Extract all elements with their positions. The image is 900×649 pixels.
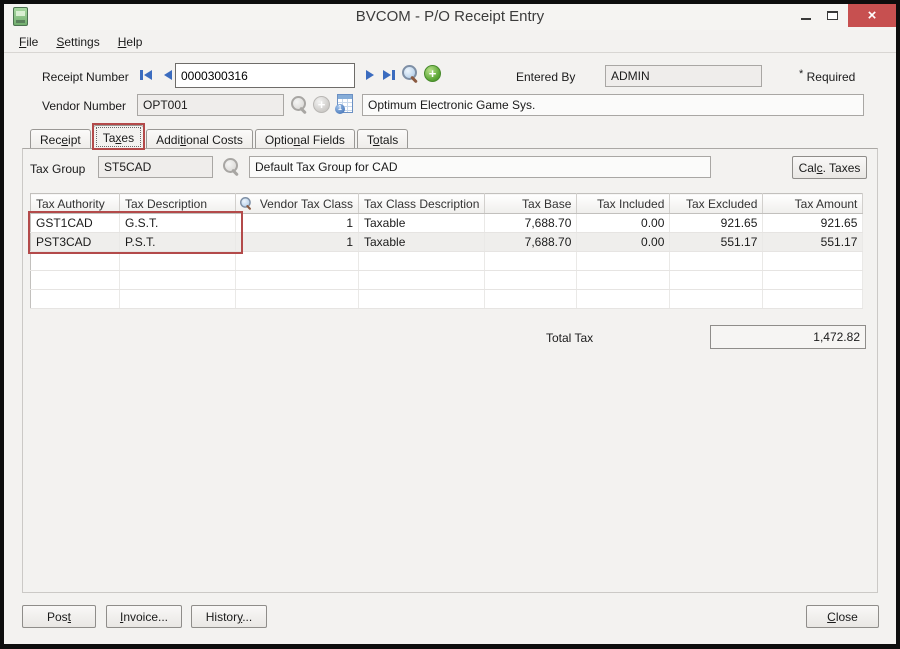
total-tax-field: 1,472.82 <box>710 325 866 349</box>
empty-row <box>31 271 863 290</box>
minimize-button[interactable] <box>795 4 817 27</box>
empty-row <box>31 252 863 271</box>
col-vendor-tax-class[interactable]: Vendor Tax Class <box>236 194 359 214</box>
tax-group-field: ST5CAD <box>98 156 213 178</box>
tax-group-finder-icon <box>223 158 241 176</box>
vendor-number-label: Vendor Number <box>42 99 126 113</box>
tab-totals[interactable]: Totals <box>357 129 408 149</box>
tab-receipt[interactable]: Receipt <box>30 129 91 149</box>
vendor-new-button: + <box>313 96 330 113</box>
close-button[interactable]: Close <box>806 605 879 628</box>
cell-vendor-tax-class[interactable]: 1 <box>236 233 359 252</box>
window-title: BVCOM - P/O Receipt Entry <box>4 4 896 29</box>
table-row-pst: PST3CAD P.S.T. 1 Taxable 7,688.70 0.00 5… <box>31 233 863 252</box>
history-button[interactable]: History... <box>191 605 267 628</box>
finder-icon <box>240 197 253 210</box>
cell-tax-base[interactable]: 7,688.70 <box>485 233 577 252</box>
cell-tax-excluded[interactable]: 921.65 <box>670 214 763 233</box>
cell-tax-description[interactable]: P.S.T. <box>120 233 236 252</box>
vendor-inquiry-icon[interactable]: 1 <box>337 94 353 113</box>
required-note: * Required <box>799 68 855 84</box>
cell-tax-class-description[interactable]: Taxable <box>359 233 485 252</box>
col-tax-class-description[interactable]: Tax Class Description <box>359 194 485 214</box>
tax-group-description-field: Default Tax Group for CAD <box>249 156 711 178</box>
receipt-number-input[interactable] <box>175 63 355 88</box>
next-record-icon <box>366 70 374 80</box>
tab-taxes[interactable]: Taxes <box>93 125 144 149</box>
plus-icon: + <box>318 97 326 112</box>
tab-additional-costs[interactable]: Additional Costs <box>146 129 253 149</box>
table-row-gst: GST1CAD G.S.T. 1 Taxable 7,688.70 0.00 9… <box>31 214 863 233</box>
close-icon: × <box>868 7 877 24</box>
minimize-icon <box>801 18 811 20</box>
table-header-row: Tax Authority Tax Description Vendor Tax… <box>31 194 863 214</box>
col-tax-amount[interactable]: Tax Amount <box>763 194 863 214</box>
col-tax-authority[interactable]: Tax Authority <box>31 194 120 214</box>
vendor-finder-icon <box>291 96 309 114</box>
cell-tax-amount[interactable]: 551.17 <box>763 233 863 252</box>
last-record-icon <box>383 70 391 80</box>
close-window-button[interactable]: × <box>848 4 896 27</box>
cell-tax-excluded[interactable]: 551.17 <box>670 233 763 252</box>
cell-vendor-tax-class[interactable]: 1 <box>236 214 359 233</box>
tax-table: Tax Authority Tax Description Vendor Tax… <box>30 193 863 309</box>
cell-tax-base[interactable]: 7,688.70 <box>485 214 577 233</box>
total-tax-label: Total Tax <box>546 331 593 345</box>
new-receipt-button[interactable]: + <box>424 65 441 82</box>
menu-settings[interactable]: Settings <box>47 33 108 52</box>
menu-file[interactable]: File <box>10 33 47 52</box>
tax-group-label: Tax Group <box>30 162 85 176</box>
receipt-number-label: Receipt Number <box>42 70 129 84</box>
col-tax-included[interactable]: Tax Included <box>577 194 670 214</box>
empty-row <box>31 290 863 309</box>
receipt-finder-icon[interactable] <box>402 65 420 83</box>
col-tax-base[interactable]: Tax Base <box>485 194 577 214</box>
cell-tax-class-description[interactable]: Taxable <box>359 214 485 233</box>
menu-help[interactable]: Help <box>109 33 152 52</box>
previous-record-icon <box>164 70 172 80</box>
inquiry-badge: 1 <box>335 104 345 114</box>
maximize-button[interactable] <box>821 4 843 27</box>
cell-tax-included[interactable]: 0.00 <box>577 233 670 252</box>
nav-first-button[interactable] <box>136 67 155 83</box>
entered-by-field: ADMIN <box>605 65 762 87</box>
col-tax-excluded[interactable]: Tax Excluded <box>670 194 763 214</box>
vendor-number-field: OPT001 <box>137 94 284 116</box>
window-client-area: BVCOM - P/O Receipt Entry × File Setting… <box>4 4 896 644</box>
required-asterisk: * <box>799 68 803 80</box>
nav-next-button[interactable] <box>360 67 379 83</box>
cell-tax-description[interactable]: G.S.T. <box>120 214 236 233</box>
maximize-icon <box>827 11 838 20</box>
menu-separator <box>4 52 896 53</box>
nav-last-button[interactable] <box>379 67 398 83</box>
col-tax-description[interactable]: Tax Description <box>120 194 236 214</box>
annotation-box-taxes-tab <box>92 123 145 150</box>
plus-icon: + <box>429 66 437 81</box>
cell-tax-included[interactable]: 0.00 <box>577 214 670 233</box>
cell-tax-authority[interactable]: GST1CAD <box>31 214 120 233</box>
entered-by-label: Entered By <box>516 70 575 84</box>
cell-tax-amount[interactable]: 921.65 <box>763 214 863 233</box>
title-bar: BVCOM - P/O Receipt Entry × <box>4 4 896 30</box>
calc-taxes-button[interactable]: Calc. Taxes <box>792 156 867 179</box>
tab-strip: Receipt Taxes Additional Costs Optional … <box>30 125 410 149</box>
first-record-icon <box>140 70 143 80</box>
tab-optional-fields[interactable]: Optional Fields <box>255 129 355 149</box>
invoice-button[interactable]: Invoice... <box>106 605 182 628</box>
vendor-name-field: Optimum Electronic Game Sys. <box>362 94 864 116</box>
post-button[interactable]: Post <box>22 605 96 628</box>
app-window: BVCOM - P/O Receipt Entry × File Setting… <box>0 0 900 649</box>
cell-tax-authority[interactable]: PST3CAD <box>31 233 120 252</box>
menu-bar: File Settings Help <box>10 33 151 52</box>
